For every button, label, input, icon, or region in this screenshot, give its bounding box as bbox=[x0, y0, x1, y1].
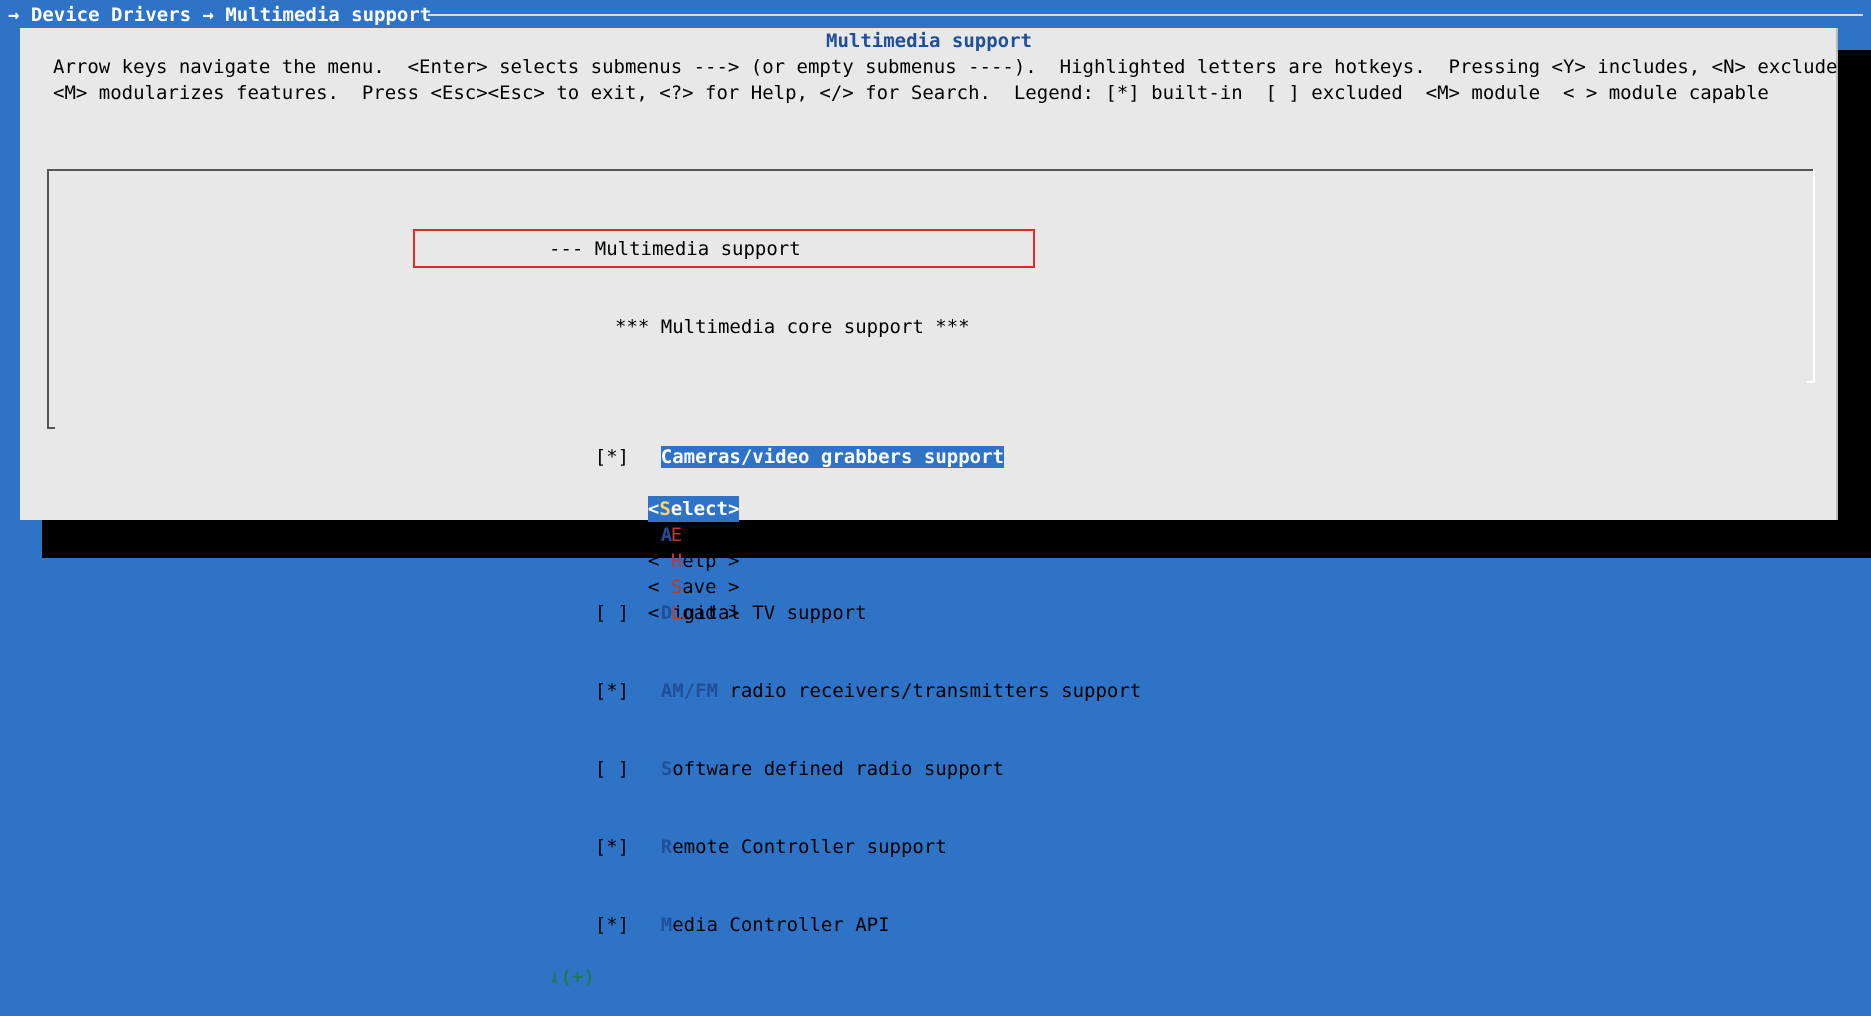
annotation-highlight-box bbox=[413, 229, 1035, 268]
help-line-1: Arrow keys navigate the menu. <Enter> se… bbox=[53, 56, 1861, 78]
menu-item-label: Media Controller API bbox=[660, 914, 890, 936]
menu-item-cameras[interactable]: [*] Cameras/video grabbers support bbox=[549, 418, 1141, 468]
dialog-title: Multimedia support bbox=[826, 30, 1032, 52]
help-button[interactable]: < Help > bbox=[648, 548, 740, 574]
menu-item-am-fm-radio[interactable]: [*] AM/FM radio receivers/transmitters su… bbox=[549, 652, 1141, 702]
menu-section-heading: *** Multimedia core support *** bbox=[615, 316, 970, 338]
scroll-more-indicator[interactable]: ↓(+) bbox=[549, 964, 1141, 990]
menu-box-border-left bbox=[47, 169, 49, 429]
menu-item-remote-controller[interactable]: [*] Remote Controller support bbox=[549, 808, 1141, 858]
exit-button[interactable]: < Exit > bbox=[648, 522, 740, 548]
select-button[interactable]: <Select> bbox=[647, 496, 740, 522]
menu-item-label: Cameras/video grabbers support bbox=[660, 446, 1004, 468]
help-text: Arrow keys navigate the menu. <Enter> se… bbox=[53, 54, 1860, 106]
button-bar: <Select> < Exit > < Help > < Save > < Lo… bbox=[625, 470, 767, 624]
save-button[interactable]: < Save > bbox=[648, 574, 740, 600]
menu-item-label: Software defined radio support bbox=[660, 758, 1004, 780]
menu-box-border-right-foot bbox=[1807, 381, 1815, 383]
breadcrumb: → Device Drivers → Multimedia support bbox=[8, 4, 432, 26]
menu-item-label: Remote Controller support bbox=[660, 836, 947, 858]
menu-box-border-right bbox=[1813, 169, 1815, 383]
load-button[interactable]: < Load > bbox=[648, 600, 740, 626]
help-line-2: <M> modularizes features. Press <Esc><Es… bbox=[53, 82, 1769, 104]
menu-item-media-controller[interactable]: [*] Media Controller API bbox=[549, 886, 1141, 936]
checkbox[interactable]: [*] bbox=[595, 912, 661, 938]
arrow-down-icon: ↓(+) bbox=[549, 966, 595, 988]
menu-item-sdr[interactable]: [ ] Software defined radio support bbox=[549, 730, 1141, 780]
checkbox[interactable]: [*] bbox=[595, 444, 661, 470]
menu-box-border-top bbox=[47, 169, 1815, 171]
menu-item-label: AM/FM radio receivers/transmitters suppo… bbox=[660, 680, 1142, 702]
breadcrumb-rule bbox=[428, 14, 1863, 16]
checkbox[interactable]: [*] bbox=[595, 678, 661, 704]
checkbox[interactable]: [*] bbox=[595, 834, 661, 860]
checkbox[interactable]: [ ] bbox=[595, 756, 661, 782]
menu-box-border-foot bbox=[47, 427, 55, 429]
